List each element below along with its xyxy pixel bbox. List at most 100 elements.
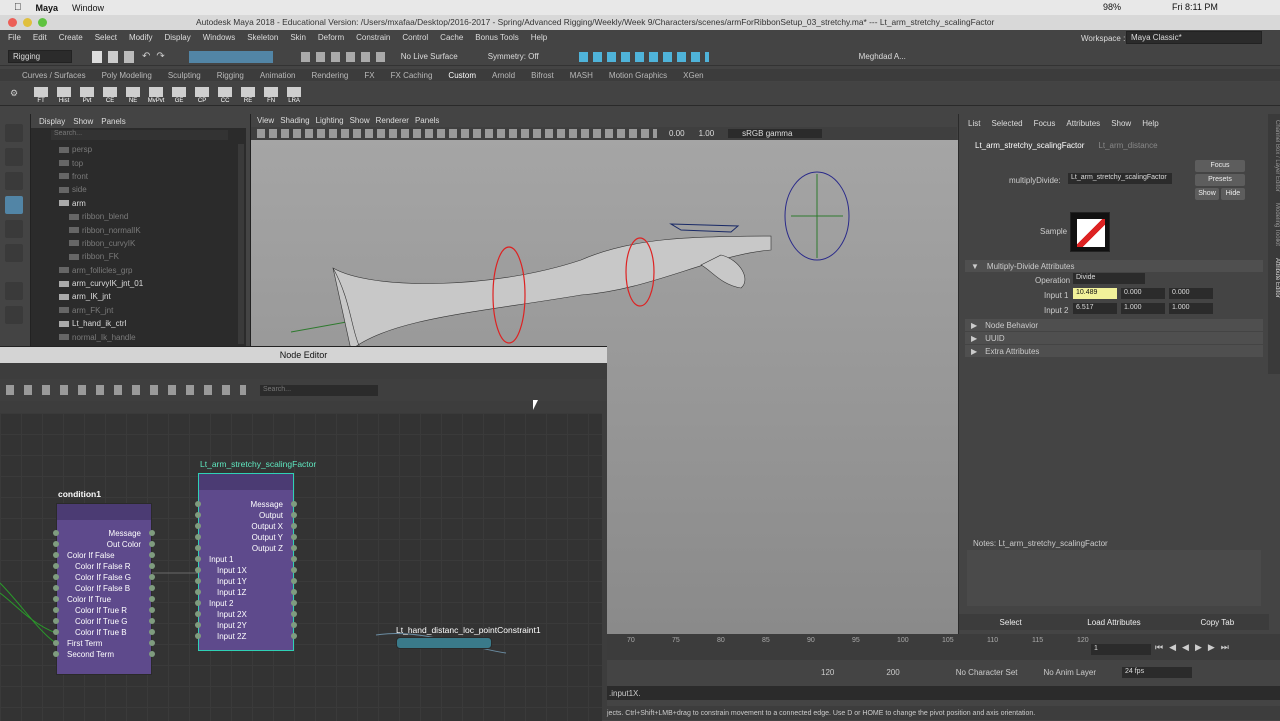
- outliner-item[interactable]: persp: [31, 143, 246, 156]
- side-tab-attribute-editor[interactable]: Attribute Editor: [1274, 258, 1280, 298]
- input-port[interactable]: [195, 611, 201, 617]
- node-editor-graph[interactable]: condition1 Message Out Color Color If Fals…: [0, 413, 602, 721]
- output-port[interactable]: [149, 596, 155, 602]
- input1z-field[interactable]: 0.000: [1169, 288, 1213, 299]
- node-attribute[interactable]: Output Z: [195, 543, 297, 554]
- input-port[interactable]: [53, 563, 59, 569]
- outliner-item[interactable]: front: [31, 170, 246, 183]
- output-port[interactable]: [291, 512, 297, 518]
- close-window-icon[interactable]: [8, 18, 17, 27]
- outliner-item[interactable]: Lt_hand_ik_ctrl: [31, 317, 246, 330]
- input-port[interactable]: [195, 501, 201, 507]
- node-attribute[interactable]: Second Term: [53, 649, 155, 660]
- output-port[interactable]: [149, 563, 155, 569]
- viewport-menu-show[interactable]: Show: [350, 116, 370, 125]
- show-button[interactable]: Show: [1195, 188, 1219, 200]
- menu-deform[interactable]: Deform: [318, 33, 344, 42]
- menu-display[interactable]: Display: [165, 33, 191, 42]
- shelf-button-re[interactable]: RE: [239, 84, 257, 104]
- window-menu[interactable]: Window: [72, 3, 104, 13]
- presets-button[interactable]: Presets: [1195, 174, 1245, 186]
- node-attribute[interactable]: Color If False R: [53, 561, 155, 572]
- outliner-item[interactable]: side: [31, 183, 246, 196]
- outliner-item[interactable]: arm_IK_jnt: [31, 290, 246, 303]
- viewport-menu-shading[interactable]: Shading: [280, 116, 309, 125]
- node-attribute[interactable]: Out Color: [53, 539, 155, 550]
- character-set-dropdown[interactable]: No Character Set: [956, 668, 1018, 677]
- zoom-window-icon[interactable]: [38, 18, 47, 27]
- shelf-tab-motion-graphics[interactable]: Motion Graphics: [609, 71, 667, 80]
- section-uuid[interactable]: ▶ UUID: [965, 332, 1263, 344]
- output-port[interactable]: [149, 607, 155, 613]
- open-scene-icon[interactable]: [108, 50, 118, 63]
- viewport-menu-view[interactable]: View: [257, 116, 274, 125]
- menu-skeleton[interactable]: Skeleton: [247, 33, 278, 42]
- shelf-tab-sculpting[interactable]: Sculpting: [168, 71, 201, 80]
- outliner-item[interactable]: arm_FK_jnt: [31, 304, 246, 317]
- input2x-field[interactable]: 6.517: [1073, 303, 1117, 314]
- shelf-tab-bifrost[interactable]: Bifrost: [531, 71, 554, 80]
- node-attribute[interactable]: Color If True R: [53, 605, 155, 616]
- time-slider[interactable]: 70 75 80 85 90 95 100 105 110 115 120 1 ⏮ ◀ ◀ ▶ ▶ …: [607, 634, 1280, 660]
- shelf-tab-fx[interactable]: FX: [364, 71, 374, 80]
- ae-menu-show[interactable]: Show: [1111, 119, 1131, 128]
- step-back-icon[interactable]: ◀: [1169, 642, 1176, 653]
- ae-load-attributes-button[interactable]: Load Attributes: [1062, 618, 1165, 627]
- constraint-node[interactable]: [396, 637, 492, 649]
- near-clip-field[interactable]: 0.00: [669, 129, 685, 138]
- input1y-field[interactable]: 0.000: [1121, 288, 1165, 299]
- step-forward-icon[interactable]: ▶: [1208, 642, 1215, 653]
- layout-icon[interactable]: [5, 282, 23, 300]
- input-port[interactable]: [53, 629, 59, 635]
- node-attribute[interactable]: Output: [195, 510, 297, 521]
- output-port[interactable]: [149, 618, 155, 624]
- animation-end-field[interactable]: 200: [886, 668, 899, 677]
- colorspace-dropdown[interactable]: sRGB gamma: [728, 129, 823, 138]
- shelf-button-ge[interactable]: GE: [170, 84, 188, 104]
- outliner-item[interactable]: arm_curvyIK_jnt_01: [31, 277, 246, 290]
- outliner-item[interactable]: top: [31, 156, 246, 169]
- menu-control[interactable]: Control: [402, 33, 428, 42]
- output-port[interactable]: [291, 600, 297, 606]
- input-port[interactable]: [195, 578, 201, 584]
- outliner-menu-panels[interactable]: Panels: [101, 117, 125, 126]
- menu-windows[interactable]: Windows: [203, 33, 235, 42]
- shelf-button-fn[interactable]: FN: [262, 84, 280, 104]
- go-to-end-icon[interactable]: ⏭: [1221, 642, 1229, 653]
- node-attribute[interactable]: Message: [195, 499, 297, 510]
- fps-dropdown[interactable]: 24 fps: [1122, 666, 1192, 678]
- node-name-field[interactable]: Lt_arm_stretchy_scalingFactor: [1068, 173, 1172, 184]
- play-forward-icon[interactable]: ▶: [1195, 642, 1202, 653]
- node-attribute[interactable]: Input 1Z: [195, 587, 297, 598]
- node-attribute[interactable]: Input 2Z: [195, 631, 297, 642]
- node-editor-search-input[interactable]: Search...: [260, 384, 378, 396]
- shelf-tab-arnold[interactable]: Arnold: [492, 71, 515, 80]
- menu-skin[interactable]: Skin: [290, 33, 306, 42]
- shelf-tab-xgen[interactable]: XGen: [683, 71, 703, 80]
- ae-copy-tab-button[interactable]: Copy Tab: [1166, 618, 1269, 627]
- operation-dropdown[interactable]: Divide: [1073, 273, 1145, 284]
- node-attribute[interactable]: Input 2X: [195, 609, 297, 620]
- shelf-button-ne[interactable]: NE: [124, 84, 142, 104]
- outliner-item[interactable]: ribbon_curvyIK: [31, 237, 246, 250]
- shelf-button-lra[interactable]: LRA: [285, 84, 303, 104]
- ae-tab-distance[interactable]: Lt_arm_distance: [1098, 141, 1157, 150]
- outliner-menu-show[interactable]: Show: [73, 117, 93, 126]
- outliner-item[interactable]: ribbon_blend: [31, 210, 246, 223]
- outliner-item[interactable]: arm_follicles_grp: [31, 264, 246, 277]
- app-menu[interactable]: Maya: [36, 3, 59, 13]
- playback-end-field[interactable]: 120: [821, 668, 834, 677]
- menu-modify[interactable]: Modify: [129, 33, 153, 42]
- symmetry-dropdown[interactable]: Symmetry: Off: [488, 52, 539, 61]
- shelf-button-ft[interactable]: FT: [32, 84, 50, 104]
- output-port[interactable]: [291, 611, 297, 617]
- node-attribute[interactable]: Input 2: [195, 598, 297, 609]
- node-attribute[interactable]: Input 1: [195, 554, 297, 565]
- output-port[interactable]: [291, 501, 297, 507]
- shelf-tab-curves[interactable]: Curves / Surfaces: [22, 71, 86, 80]
- input-port[interactable]: [195, 534, 201, 540]
- output-port[interactable]: [149, 629, 155, 635]
- node-attribute[interactable]: First Term: [53, 638, 155, 649]
- shelf-tab-mash[interactable]: MASH: [570, 71, 593, 80]
- output-port[interactable]: [291, 534, 297, 540]
